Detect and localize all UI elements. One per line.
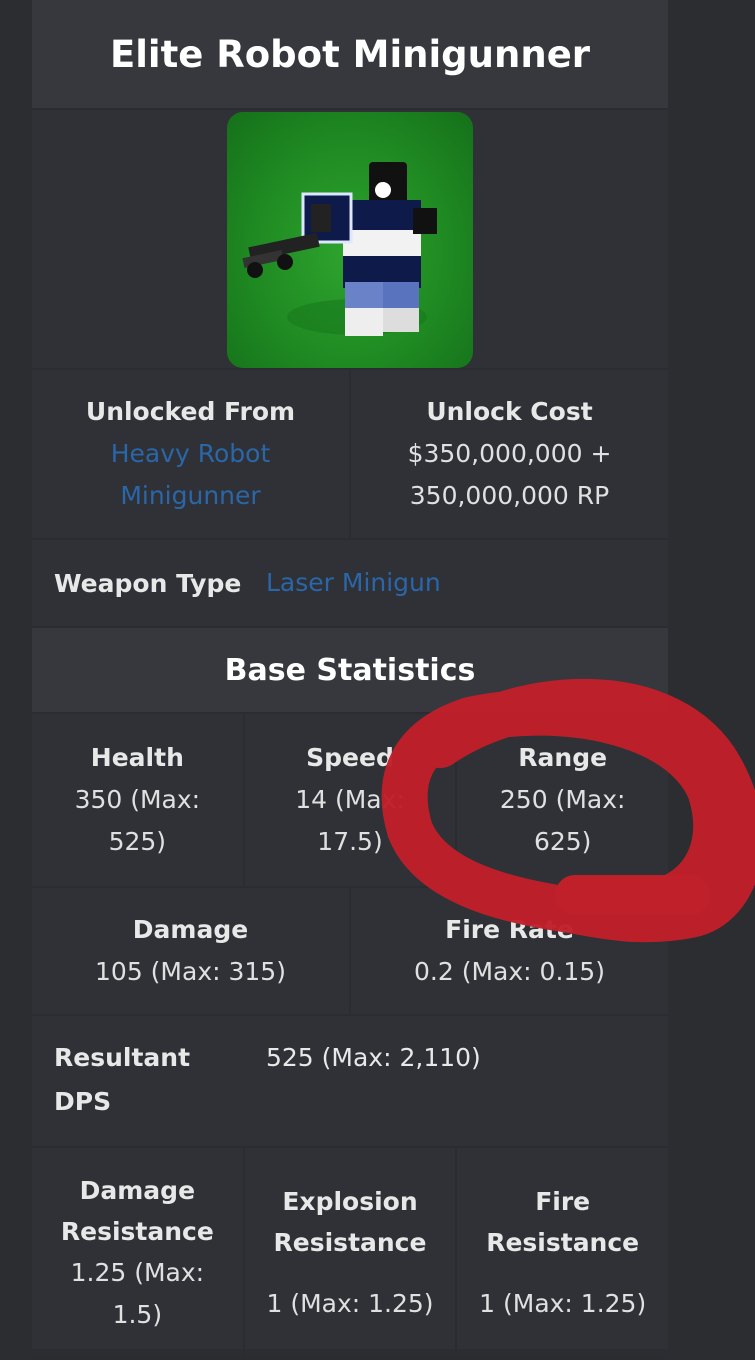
damage-resistance-label-line2: Resistance xyxy=(60,1217,214,1246)
speed-value-line1: 14 (Max: xyxy=(295,785,405,814)
weapon-type-link[interactable]: Laser Minigun xyxy=(266,562,441,604)
resultant-dps-value: 525 (Max: 2,110) xyxy=(266,1043,481,1072)
weapon-type-row: Weapon Type Laser Minigun xyxy=(32,540,668,628)
range-value-line2: 625) xyxy=(533,827,592,856)
range-label: Range xyxy=(518,743,608,772)
resultant-dps-row: Resultant DPS 525 (Max: 2,110) xyxy=(32,1016,668,1148)
health-value-line1: 350 (Max: xyxy=(74,785,201,814)
unlocked-from-link-line1[interactable]: Heavy Robot xyxy=(111,433,271,475)
resultant-dps-label-line1: Resultant xyxy=(54,1043,191,1072)
fire-rate-value: 0.2 (Max: 0.15) xyxy=(414,957,605,986)
damage-resistance-value-line2: 1.5) xyxy=(112,1300,163,1329)
damage-resistance-value-line1: 1.25 (Max: xyxy=(70,1258,205,1287)
range-value-line1: 250 (Max: xyxy=(499,785,626,814)
fire-rate-label: Fire Rate xyxy=(445,915,574,944)
robot-figure-icon xyxy=(242,162,437,336)
unlock-cost-line2: 350,000,000 RP xyxy=(409,481,610,510)
stats-row-2: Damage 105 (Max: 315) Fire Rate 0.2 (Max… xyxy=(32,888,668,1016)
fire-resistance-value: 1 (Max: 1.25) xyxy=(479,1289,647,1318)
unlocked-from-label: Unlocked From xyxy=(85,397,296,426)
unlocked-from-link-line2[interactable]: Minigunner xyxy=(120,475,260,517)
damage-cell: Damage 105 (Max: 315) xyxy=(32,888,349,1014)
resultant-dps-label-line2: DPS xyxy=(54,1087,112,1116)
robot-minigunner-portrait xyxy=(227,112,473,368)
base-statistics-heading: Base Statistics xyxy=(32,628,668,714)
unlock-cost-cell: Unlock Cost $350,000,000 + 350,000,000 R… xyxy=(349,370,668,538)
speed-cell: Speed 14 (Max: 17.5) xyxy=(242,714,456,886)
unlocked-from-cell: Unlocked From Heavy Robot Minigunner xyxy=(32,370,349,538)
unlock-cost-label: Unlock Cost xyxy=(426,397,593,426)
explosion-resistance-value: 1 (Max: 1.25) xyxy=(266,1289,434,1318)
portrait-row xyxy=(32,110,668,370)
fire-resistance-label-line2: Resistance xyxy=(486,1228,640,1257)
unlock-cost-line1: $350,000,000 + xyxy=(407,439,612,468)
health-value-line2: 525) xyxy=(108,827,167,856)
speed-value-line2: 17.5) xyxy=(317,827,383,856)
infobox: Elite Robot Minigunner Unlocked From Hea… xyxy=(32,0,668,1360)
stats-row-1: Health 350 (Max: 525) Speed 14 (Max: 17.… xyxy=(32,714,668,888)
explosion-resistance-label-line1: Explosion xyxy=(282,1187,418,1216)
fire-resistance-cell: Fire Resistance 1 (Max: 1.25) xyxy=(455,1148,668,1358)
resultant-dps-label: Resultant DPS xyxy=(54,1036,266,1124)
damage-label: Damage xyxy=(132,915,249,944)
damage-resistance-cell: Damage Resistance 1.25 (Max: 1.5) xyxy=(32,1148,243,1358)
damage-resistance-label-line1: Damage xyxy=(79,1176,196,1205)
damage-value: 105 (Max: 315) xyxy=(95,957,286,986)
speed-label: Speed xyxy=(306,743,394,772)
resistance-row: Damage Resistance 1.25 (Max: 1.5) Explos… xyxy=(32,1148,668,1360)
weapon-type-label: Weapon Type xyxy=(54,568,242,598)
explosion-resistance-cell: Explosion Resistance 1 (Max: 1.25) xyxy=(242,1148,456,1358)
health-label: Health xyxy=(90,743,184,772)
explosion-resistance-label-line2: Resistance xyxy=(273,1228,427,1257)
health-cell: Health 350 (Max: 525) xyxy=(32,714,243,886)
range-cell: Range 250 (Max: 625) xyxy=(455,714,668,886)
fire-rate-cell: Fire Rate 0.2 (Max: 0.15) xyxy=(349,888,668,1014)
fire-resistance-label-line1: Fire xyxy=(535,1187,591,1216)
page-title: Elite Robot Minigunner xyxy=(32,0,668,110)
unlock-row: Unlocked From Heavy Robot Minigunner Unl… xyxy=(32,370,668,540)
